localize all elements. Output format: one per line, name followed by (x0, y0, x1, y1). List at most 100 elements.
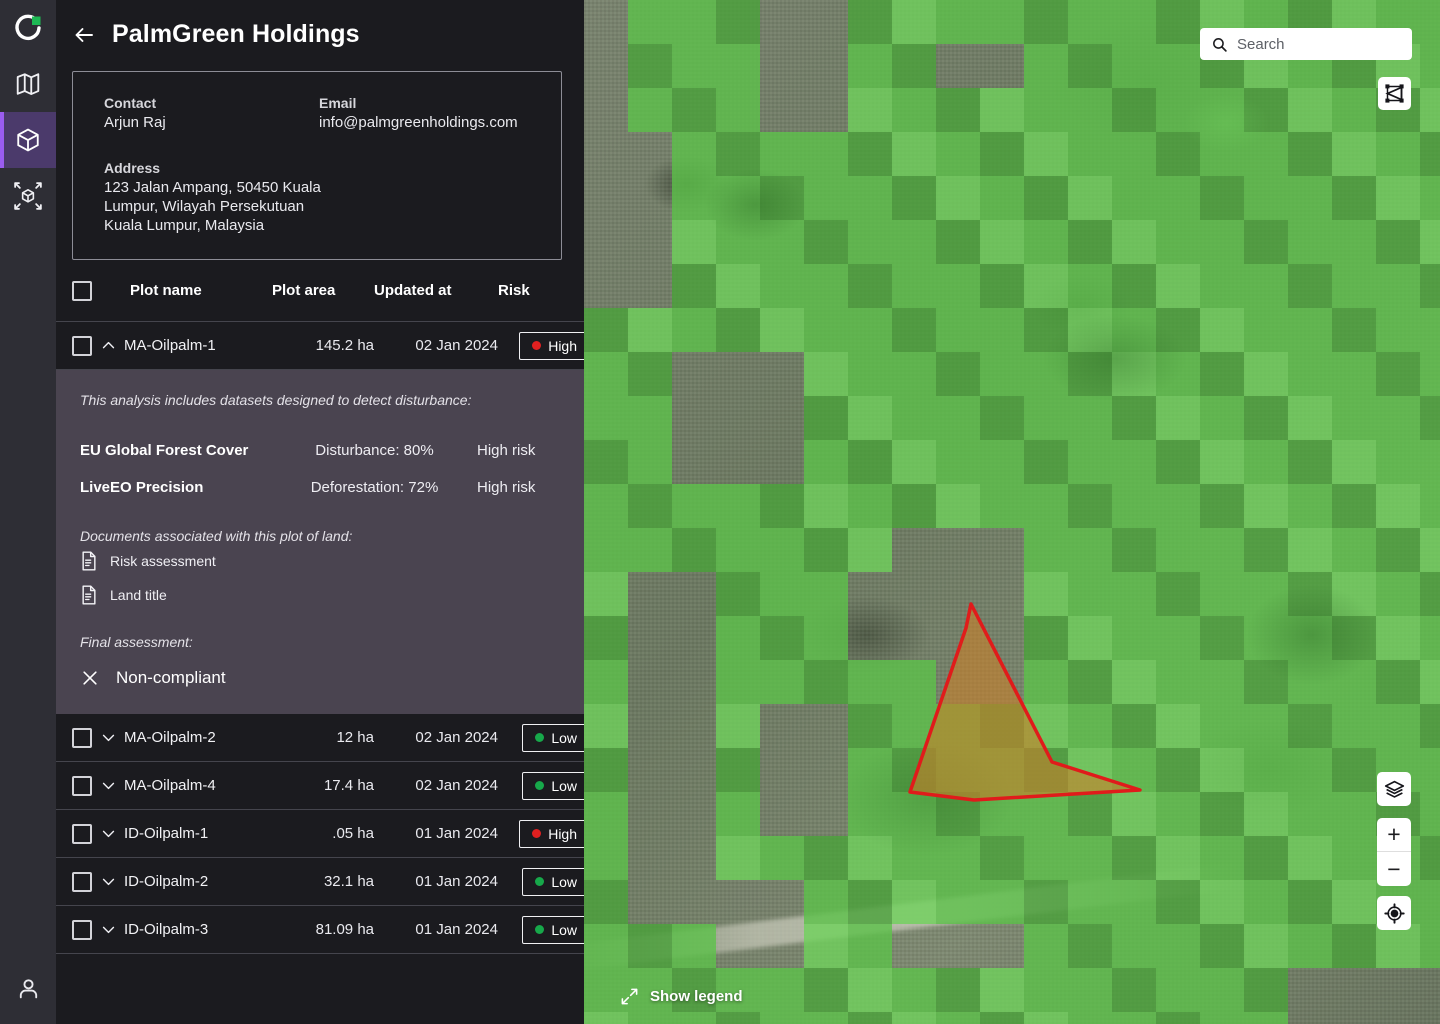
document-icon (82, 585, 96, 605)
final-assessment-verdict: Non-compliant (80, 668, 560, 688)
search-input[interactable]: Search (1200, 28, 1412, 60)
dataset-metric: Deforestation: 72% (310, 479, 439, 496)
row-plot-name: ID-Oilpalm-1 (124, 825, 209, 842)
column-header-name[interactable]: Plot name (92, 282, 272, 299)
show-legend-button[interactable]: Show legend (620, 987, 743, 1006)
zoom-in-button[interactable]: + (1377, 818, 1411, 852)
row-risk-cell: High (498, 331, 584, 360)
sidebar-item-profile[interactable] (0, 960, 56, 1016)
status-badge[interactable]: High (519, 819, 584, 848)
row-risk-cell: Low (498, 915, 584, 944)
box-icon (17, 128, 39, 152)
column-header-area[interactable]: Plot area (272, 282, 374, 299)
sidebar-item-map[interactable] (0, 56, 56, 112)
document-icon (82, 551, 96, 571)
risk-dot-icon (535, 733, 545, 742)
row-checkbox[interactable] (72, 775, 92, 796)
risk-label: Low (551, 921, 577, 938)
status-badge[interactable]: High (519, 331, 584, 360)
row-updated-at: 02 Jan 2024 (415, 777, 498, 794)
table-row[interactable]: ID-Oilpalm-2 32.1 ha 01 Jan 2024 Low (56, 858, 584, 906)
document-link[interactable]: Risk assessment (80, 544, 560, 578)
search-icon (1213, 37, 1227, 52)
status-badge[interactable]: Low (522, 915, 584, 944)
plot-polygon[interactable] (584, 0, 1440, 1024)
table-row[interactable]: ID-Oilpalm-3 81.09 ha 01 Jan 2024 Low (56, 906, 584, 954)
final-assessment-label: Final assessment: (80, 634, 193, 650)
dataset-risk: High risk (477, 479, 536, 496)
chevron-up-icon (102, 341, 114, 349)
back-button[interactable] (72, 23, 96, 47)
sidebar-item-analysis[interactable] (0, 168, 56, 224)
locate-button[interactable] (1377, 896, 1411, 930)
user-icon (19, 978, 37, 998)
map-icon (16, 73, 40, 95)
app-logo[interactable] (0, 0, 56, 56)
table-row[interactable]: MA-Oilpalm-4 17.4 ha 02 Jan 2024 Low (56, 762, 584, 810)
document-link[interactable]: Land title (80, 578, 560, 612)
sidebar-item-suppliers[interactable] (0, 112, 56, 168)
row-plot-area: 81.09 ha (315, 921, 374, 938)
row-risk-cell: Low (498, 867, 584, 896)
status-badge[interactable]: Low (522, 771, 584, 800)
row-checkbox[interactable] (72, 871, 92, 892)
risk-dot-icon (535, 781, 545, 790)
draw-polygon-button[interactable] (1378, 77, 1411, 110)
row-expand-toggle[interactable] (92, 873, 124, 890)
email-label: Email (319, 95, 357, 111)
status-badge[interactable]: Low (522, 723, 584, 752)
row-checkbox[interactable] (72, 823, 92, 844)
risk-label: Low (551, 777, 577, 794)
table-row[interactable]: MA-Oilpalm-2 12 ha 02 Jan 2024 Low (56, 714, 584, 762)
row-expand-toggle[interactable] (92, 777, 124, 794)
row-checkbox[interactable] (72, 919, 92, 940)
risk-label: High (548, 825, 577, 842)
risk-label: Low (551, 729, 577, 746)
layers-button[interactable] (1377, 772, 1411, 806)
chevron-down-icon (102, 734, 114, 742)
document-label: Risk assessment (110, 553, 216, 569)
status-badge[interactable]: Low (522, 867, 584, 896)
draw-polygon-icon (1385, 84, 1404, 103)
row-checkbox[interactable] (72, 335, 92, 356)
address-value: 123 Jalan Ampang, 50450 Kuala Lumpur, Wi… (104, 179, 321, 234)
liveeo-logo-icon (15, 14, 41, 41)
risk-dot-icon (535, 925, 545, 934)
address-label: Address (104, 160, 161, 176)
chevron-down-icon (102, 782, 114, 790)
dataset-name: EU Global Forest Cover (80, 442, 249, 459)
row-risk-cell: Low (498, 723, 584, 752)
detail-intro-text: This analysis includes datasets designed… (80, 392, 472, 408)
dataset-metric: Disturbance: 80% (315, 442, 434, 459)
show-legend-label: Show legend (650, 988, 743, 1005)
table-row[interactable]: ID-Oilpalm-1 .05 ha 01 Jan 2024 High (56, 810, 584, 858)
expand-arrows-icon (621, 988, 638, 1005)
documents-label: Documents associated with this plot of l… (80, 528, 353, 544)
contact-card: Contact Arjun Raj Email info@palmgreenho… (72, 71, 562, 260)
select-all-checkbox[interactable] (72, 280, 92, 301)
row-updated-at: 01 Jan 2024 (415, 873, 498, 890)
row-expand-toggle[interactable] (92, 337, 124, 354)
row-plot-area: 17.4 ha (323, 777, 374, 794)
column-header-updated[interactable]: Updated at (374, 282, 498, 299)
row-expand-toggle[interactable] (92, 921, 124, 938)
arrow-left-icon (75, 27, 93, 42)
row-expand-toggle[interactable] (92, 729, 124, 746)
map-canvas[interactable]: Search + − Show legend (584, 0, 1440, 1024)
zoom-out-button[interactable]: − (1377, 852, 1411, 886)
dataset-name: LiveEO Precision (80, 479, 204, 496)
row-checkbox[interactable] (72, 727, 92, 748)
row-expand-toggle[interactable] (92, 825, 124, 842)
row-risk-cell: High (498, 819, 584, 848)
box-arrows-icon (14, 182, 42, 210)
row-plot-area: 32.1 ha (323, 873, 374, 890)
column-header-risk[interactable]: Risk (498, 282, 584, 299)
row-plot-name: MA-Oilpalm-1 (124, 337, 216, 354)
app-root: Search + − Show legend PalmGreen Holding… (0, 0, 1440, 1024)
locate-icon (1383, 902, 1405, 924)
zoom-controls[interactable]: + − (1377, 818, 1411, 886)
table-row[interactable]: MA-Oilpalm-1 145.2 ha 02 Jan 2024 High (56, 322, 584, 370)
chevron-down-icon (102, 926, 114, 934)
table-header: Plot name Plot area Updated at Risk (56, 260, 584, 322)
chevron-down-icon (102, 830, 114, 838)
